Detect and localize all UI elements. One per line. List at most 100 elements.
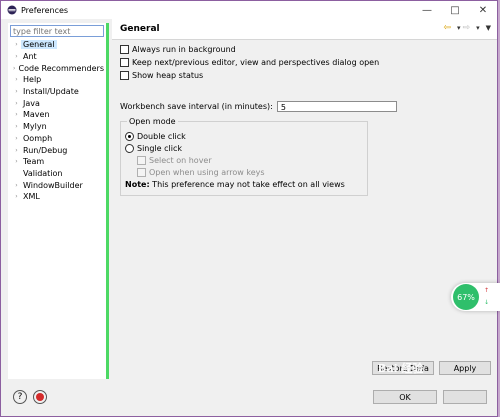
upload-arrow-icon: ↑ — [484, 287, 490, 294]
back-arrow-icon[interactable]: ⇦ — [443, 23, 451, 33]
checkbox-label: Show heap status — [132, 71, 204, 80]
expand-arrow-icon[interactable]: › — [12, 100, 21, 107]
close-icon[interactable]: ✕ — [469, 1, 497, 19]
back-dropdown-icon[interactable]: ▾ — [457, 24, 461, 32]
tree-item-label: Team — [23, 157, 45, 167]
view-menu-icon[interactable]: ▼ — [486, 24, 491, 32]
filter-input[interactable] — [10, 25, 104, 37]
window-title: Preferences — [21, 5, 69, 15]
select-on-hover-checkbox: Select on hover — [137, 154, 367, 166]
note-label: Note: — [125, 180, 150, 189]
expand-arrow-icon[interactable]: › — [12, 193, 21, 200]
tree-item-java[interactable]: › Java — [8, 97, 106, 109]
dialog-footer: ? OK — [1, 380, 497, 416]
expand-arrow-icon[interactable]: › — [12, 147, 21, 154]
open-arrow-keys-checkbox: Open when using arrow keys — [137, 166, 367, 178]
always-run-background-checkbox[interactable]: Always run in background — [120, 43, 379, 56]
network-speed-widget[interactable]: 67% ↑ ↓ — [451, 283, 500, 311]
expand-arrow-icon[interactable]: › — [12, 158, 21, 165]
download-arrow-icon: ↓ — [484, 299, 490, 306]
tree-item-help[interactable]: › Help — [8, 74, 106, 86]
tree-item-label: XML — [23, 192, 40, 202]
note-text: This preference may not take effect on a… — [149, 180, 345, 189]
checkbox-box[interactable] — [120, 58, 129, 67]
apply-button[interactable]: Apply — [439, 361, 491, 375]
tree-item-label: Help — [23, 75, 42, 85]
tree-item-label: Code Recommenders — [18, 63, 104, 73]
checkbox-box[interactable] — [120, 45, 129, 54]
record-icon[interactable] — [33, 390, 47, 404]
save-interval-row: Workbench save interval (in minutes): 5 — [120, 101, 397, 112]
double-click-radio[interactable]: Double click — [125, 130, 367, 142]
checkbox-box — [137, 167, 146, 177]
save-interval-input[interactable]: 5 — [276, 101, 397, 112]
expand-arrow-icon[interactable]: › — [12, 182, 21, 189]
radio-label: Single click — [137, 143, 183, 153]
open-mode-group: Open mode Double click Single click Sele… — [120, 117, 368, 196]
tree-item-label: Java — [23, 98, 40, 108]
page-header: General ⇦ ▾ ⇨ ▾ ▼ — [112, 19, 497, 40]
tree-item-label: Maven — [23, 110, 50, 120]
tree-item-oomph[interactable]: › Oomph — [8, 133, 106, 145]
ok-button[interactable]: OK — [373, 390, 437, 404]
cancel-button[interactable] — [443, 390, 487, 404]
tree-item-ant[interactable]: › Ant — [8, 51, 106, 63]
preferences-window: Preferences — □ ✕ ›General ›Ant ›Code Re… — [0, 0, 498, 417]
checkbox-box[interactable] — [120, 71, 129, 80]
tree-item-mylyn[interactable]: › Mylyn — [8, 121, 106, 133]
preferences-tree-panel: ›General ›Ant ›Code Recommenders ›Help ›… — [8, 23, 109, 379]
preferences-tree: › General › Ant › Code Recommenders › Help ›… — [8, 39, 106, 203]
expand-arrow-icon[interactable]: › — [12, 111, 21, 118]
tree-item-windowbuilder[interactable]: › WindowBuilder — [8, 179, 106, 191]
preference-note: Note: This preference may not take effec… — [125, 180, 345, 189]
tree-item-label: Install/Update — [23, 87, 79, 97]
eclipse-icon — [7, 5, 17, 15]
tree-item-label: Validation — [23, 168, 63, 178]
tree-item-install-update[interactable]: › Install/Update — [8, 86, 106, 98]
tree-item-label: WindowBuilder — [23, 180, 83, 190]
title-bar: Preferences — □ ✕ — [1, 1, 497, 19]
tree-item-label: General — [21, 40, 57, 50]
expand-arrow-icon[interactable]: › — [12, 41, 21, 48]
radio-label: Double click — [137, 131, 186, 141]
forward-arrow-icon[interactable]: ⇨ — [463, 23, 471, 33]
forward-dropdown-icon[interactable]: ▾ — [476, 24, 480, 32]
tree-item-label: Ant — [23, 52, 37, 62]
maximize-icon[interactable]: □ — [441, 1, 469, 19]
expand-arrow-icon[interactable]: › — [12, 76, 21, 83]
tree-item-code-recommenders[interactable]: › Code Recommenders — [8, 62, 106, 74]
tree-item-label: Mylyn — [23, 122, 47, 132]
checkbox-label: Select on hover — [149, 155, 212, 165]
general-options: Always run in background Keep next/previ… — [120, 43, 379, 82]
tree-item-team[interactable]: › Team — [8, 156, 106, 168]
expand-arrow-icon[interactable]: › — [12, 53, 21, 60]
tree-item-maven[interactable]: › Maven — [8, 109, 106, 121]
tree-item-general[interactable]: › General — [8, 39, 106, 51]
usage-percent-circle: 67% — [453, 284, 479, 310]
expand-arrow-icon[interactable]: › — [12, 135, 21, 142]
keep-dialog-open-checkbox[interactable]: Keep next/previous editor, view and pers… — [120, 56, 379, 69]
tree-item-xml[interactable]: › XML — [8, 191, 106, 203]
baidu-watermark: Bai 经验 — [378, 362, 424, 375]
checkbox-label: Always run in background — [132, 45, 236, 54]
checkbox-box — [137, 155, 146, 165]
preference-page: General ⇦ ▾ ⇨ ▾ ▼ Always run in backgrou… — [112, 19, 497, 379]
expand-arrow-icon[interactable]: › — [12, 123, 21, 130]
help-icon[interactable]: ? — [13, 390, 27, 404]
checkbox-label: Open when using arrow keys — [149, 167, 265, 177]
expand-arrow-icon[interactable]: › — [12, 88, 21, 95]
radio-icon[interactable] — [125, 143, 134, 153]
page-navigation: ⇦ ▾ ⇨ ▾ ▼ — [443, 23, 491, 33]
minimize-icon[interactable]: — — [413, 1, 441, 19]
single-click-radio[interactable]: Single click — [125, 142, 367, 154]
tree-item-run-debug[interactable]: › Run/Debug — [8, 144, 106, 156]
show-heap-status-checkbox[interactable]: Show heap status — [120, 69, 379, 82]
tree-item-label: Oomph — [23, 133, 53, 143]
open-mode-title: Open mode — [127, 117, 178, 126]
page-title: General — [120, 24, 160, 34]
checkbox-label: Keep next/previous editor, view and pers… — [132, 58, 380, 67]
tree-item-label: Run/Debug — [23, 145, 68, 155]
radio-selected-icon[interactable] — [125, 131, 134, 141]
save-interval-label: Workbench save interval (in minutes): — [120, 102, 273, 111]
tree-item-validation[interactable]: Validation — [8, 168, 106, 180]
